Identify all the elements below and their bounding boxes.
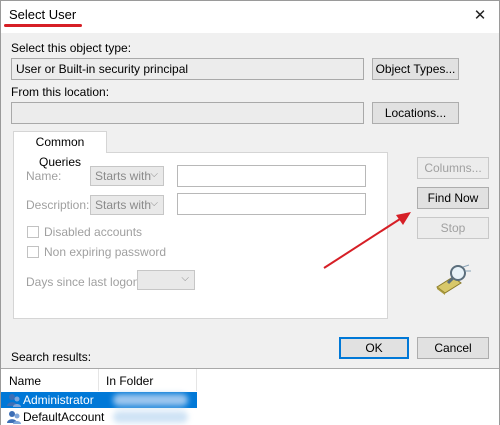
locations-button[interactable]: Locations...: [372, 102, 459, 124]
description-mode-value: Starts with: [95, 198, 152, 212]
close-icon[interactable]: ✕: [469, 5, 491, 27]
title-bar: Select User ✕: [1, 1, 499, 33]
column-header-name[interactable]: Name: [9, 374, 41, 388]
non-expiring-password-checkbox[interactable]: [27, 246, 39, 258]
redacted-folder: [113, 394, 188, 406]
user-icon: [7, 394, 21, 407]
object-types-button[interactable]: Object Types...: [372, 58, 459, 80]
location-label: From this location:: [11, 85, 110, 99]
table-row[interactable]: DefaultAccount: [1, 409, 197, 425]
columns-button[interactable]: Columns...: [417, 157, 489, 179]
search-results-list[interactable]: Name In Folder Administrator DefaultAcco…: [1, 368, 499, 425]
find-now-button[interactable]: Find Now: [417, 187, 489, 209]
description-input[interactable]: [177, 193, 366, 215]
table-row[interactable]: Administrator: [1, 392, 197, 408]
column-header-in-folder[interactable]: In Folder: [106, 374, 153, 388]
days-since-logon-label: Days since last logon:: [26, 275, 143, 289]
dropdown-arrow-icon: ⌵: [150, 169, 158, 180]
dialog-title: Select User: [9, 7, 77, 22]
dropdown-arrow-icon: ⌵: [181, 273, 189, 284]
stop-button[interactable]: Stop: [417, 217, 489, 239]
tab-common-queries[interactable]: Common Queries: [13, 131, 107, 169]
location-field: [11, 102, 364, 124]
result-name: DefaultAccount: [23, 410, 105, 424]
name-mode-dropdown[interactable]: Starts with ⌵: [90, 166, 164, 186]
red-annotation-underline: [4, 24, 82, 27]
non-expiring-password-label: Non expiring password: [44, 245, 167, 259]
name-mode-value: Starts with: [95, 169, 152, 183]
column-divider: [98, 369, 99, 391]
disabled-accounts-checkbox[interactable]: [27, 226, 39, 238]
name-input[interactable]: [177, 165, 366, 187]
select-user-dialog: Select User ✕ Select this object type: U…: [0, 0, 500, 425]
description-label: Description:: [26, 198, 90, 212]
description-mode-dropdown[interactable]: Starts with ⌵: [90, 195, 164, 215]
cancel-button[interactable]: Cancel: [417, 337, 489, 359]
result-name: Administrator: [23, 393, 94, 407]
user-icon: [7, 411, 21, 424]
search-flashlight-icon: [436, 264, 471, 295]
days-since-logon-dropdown[interactable]: ⌵: [137, 270, 195, 290]
redacted-folder: [113, 411, 188, 423]
search-results-label: Search results:: [11, 350, 92, 364]
common-queries-panel: Name: Starts with ⌵ Description: Starts …: [13, 152, 388, 319]
column-divider: [196, 369, 197, 391]
object-type-field: User or Built-in security principal: [11, 58, 364, 80]
ok-button[interactable]: OK: [339, 337, 409, 359]
object-type-label: Select this object type:: [11, 41, 132, 55]
disabled-accounts-label: Disabled accounts: [44, 225, 143, 239]
dropdown-arrow-icon: ⌵: [150, 198, 158, 209]
